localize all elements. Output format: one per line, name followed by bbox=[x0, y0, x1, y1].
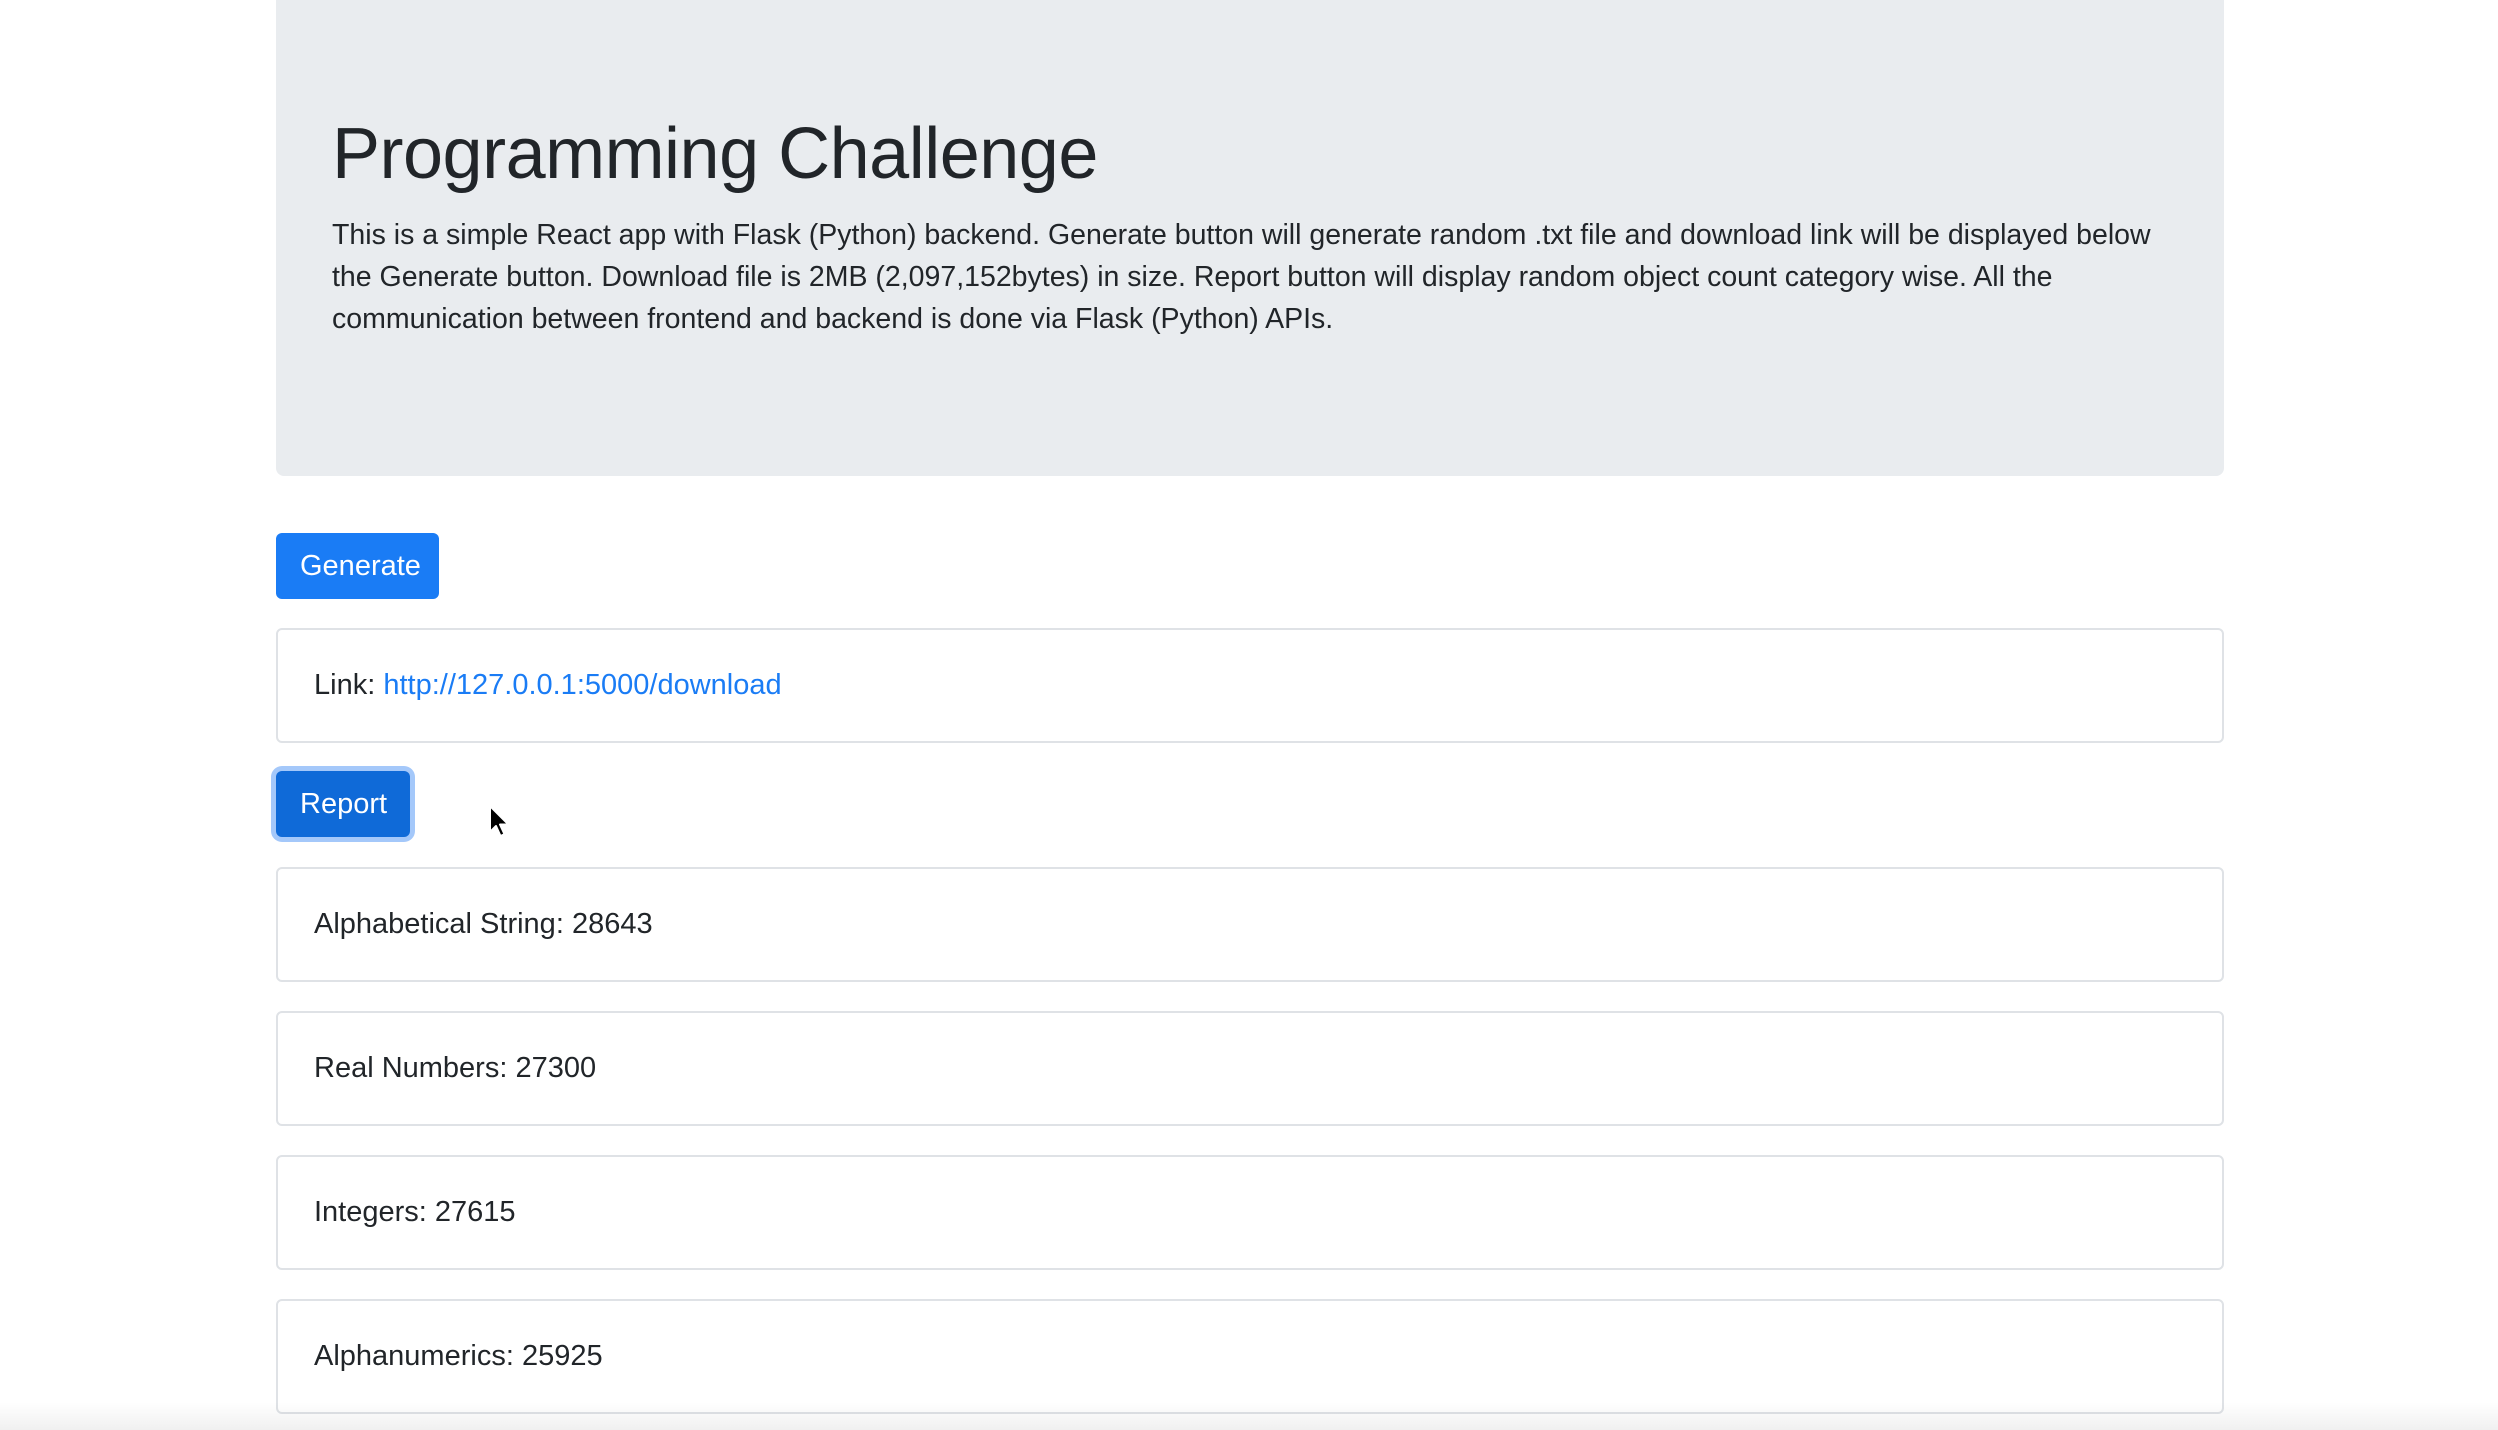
mouse-pointer-icon bbox=[489, 805, 510, 837]
report-item-count: 25925 bbox=[521, 1340, 603, 1372]
download-link-card: Link: http://127.0.0.1:5000/download bbox=[276, 628, 2224, 743]
report-button[interactable]: Report bbox=[276, 771, 410, 837]
report-item-count: 27300 bbox=[515, 1052, 597, 1084]
report-item-alphabetical-string: Alphabetical String: 28643 bbox=[276, 867, 2224, 982]
report-item-count: 28643 bbox=[571, 908, 653, 940]
report-item-integers: Integers: 27615 bbox=[276, 1155, 2224, 1270]
report-item-real-numbers: Real Numbers: 27300 bbox=[276, 1011, 2224, 1126]
page-description: This is a simple React app with Flask (P… bbox=[332, 219, 2151, 335]
report-item-alphanumerics: Alphanumerics: 25925 bbox=[276, 1299, 2224, 1414]
main-container: Programming Challenge This is a simple R… bbox=[276, 0, 2224, 1414]
page: Programming Challenge This is a simple R… bbox=[0, 0, 2498, 1430]
report-item-label: Integers bbox=[314, 1196, 419, 1228]
generate-button[interactable]: Generate bbox=[276, 533, 439, 599]
download-link[interactable]: http://127.0.0.1:5000/download bbox=[383, 669, 781, 701]
report-item-label: Real Numbers bbox=[314, 1052, 500, 1084]
report-item-label: Alphanumerics bbox=[314, 1340, 506, 1372]
jumbotron-header: Programming Challenge This is a simple R… bbox=[276, 0, 2224, 476]
report-item-label: Alphabetical String bbox=[314, 908, 556, 940]
report-item-count: 27615 bbox=[434, 1196, 516, 1228]
link-label: Link: bbox=[314, 669, 384, 701]
page-title: Programming Challenge bbox=[332, 114, 1098, 194]
